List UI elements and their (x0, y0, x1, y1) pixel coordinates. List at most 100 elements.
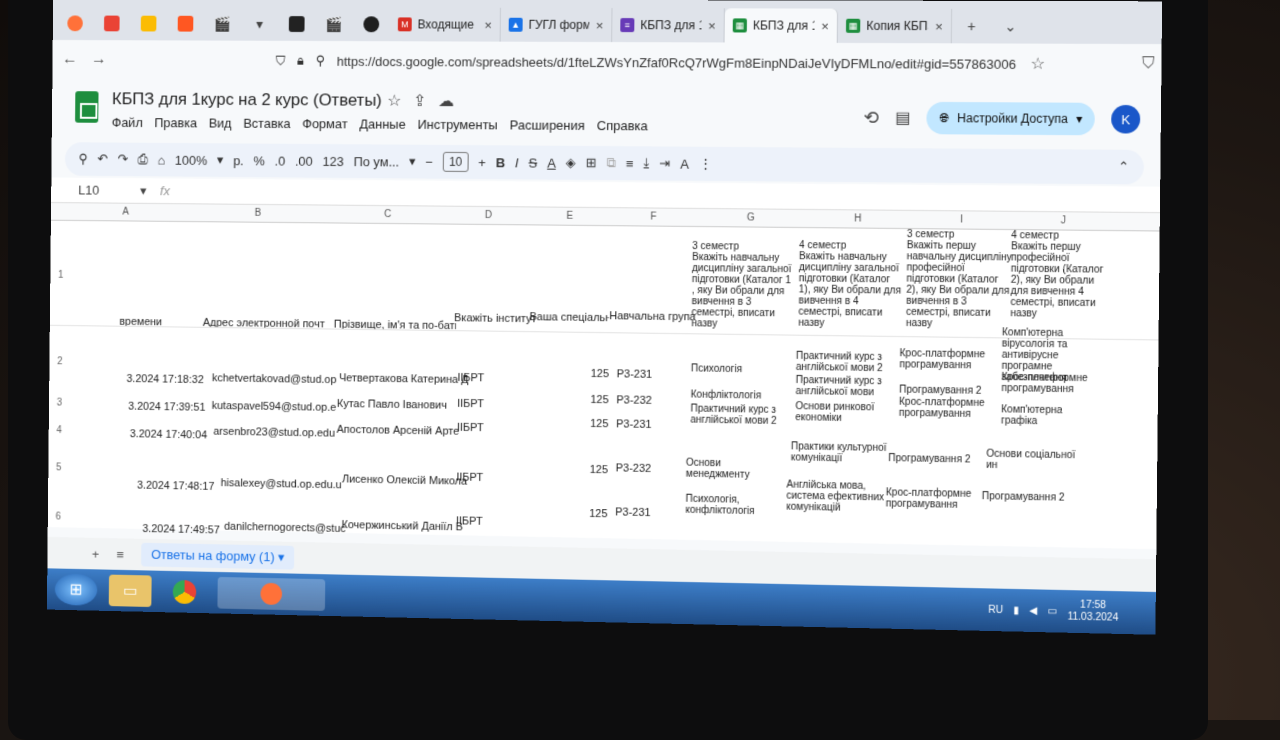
cell-h[interactable]: Практичний курс з англійської мови 2 (796, 351, 898, 375)
group-cell[interactable]: Р3-231 (617, 368, 653, 381)
cell-g[interactable]: Практичний курс з англійської мови 2 (690, 403, 787, 427)
decrease-decimal-button[interactable]: .0 (274, 153, 285, 168)
redo-icon[interactable]: ↷ (118, 151, 129, 167)
row-header[interactable]: 2 (57, 356, 71, 367)
column-header-j[interactable]: J (1061, 215, 1066, 226)
row-header[interactable]: 4 (56, 425, 70, 436)
row-header-1[interactable]: 1 (58, 270, 72, 281)
search-icon[interactable]: ⚲ (78, 151, 87, 167)
chevron-down-icon[interactable]: ▾ (140, 183, 146, 199)
volume-icon[interactable]: ◀ (1029, 605, 1037, 616)
pinned-tab-firefox[interactable] (57, 7, 94, 41)
header-cell-e[interactable]: Ваша спеціальніс (529, 311, 609, 324)
permissions-icon[interactable]: ⚲ (316, 53, 326, 69)
name-box[interactable]: L10 (51, 182, 140, 198)
font-size-decrease-icon[interactable]: − (425, 154, 433, 169)
column-header-e[interactable]: E (566, 211, 573, 222)
close-icon[interactable]: × (708, 18, 716, 33)
name-cell[interactable]: Апостолов Арсеній Арте (337, 424, 460, 438)
menu-format[interactable]: Формат (302, 116, 347, 131)
email-cell[interactable]: kchetvertakovad@stud.op (212, 372, 337, 386)
pinned-tab-arrow[interactable]: ▾ (241, 7, 278, 41)
merge-cells-icon[interactable]: ⧉ (607, 155, 616, 171)
timestamp-cell[interactable]: 3.2024 17:18:32 (126, 373, 203, 386)
vertical-align-icon[interactable]: ⤓ (643, 155, 649, 171)
cell-i[interactable]: Крос-платформне програмування (886, 487, 988, 511)
pinned-tab-app[interactable] (130, 7, 167, 41)
email-cell[interactable]: kutaspavel594@stud.op.e (212, 400, 337, 414)
cell-g[interactable]: Основи менеджменту (686, 458, 787, 482)
text-wrap-icon[interactable]: ⇥ (659, 155, 670, 171)
italic-icon[interactable]: I (515, 155, 519, 170)
pinned-tab-gmail[interactable] (93, 7, 130, 41)
chrome-icon[interactable] (163, 576, 206, 609)
clock[interactable]: 17:58 11.03.2024 (1067, 599, 1118, 625)
menu-help[interactable]: Справка (597, 118, 648, 133)
comments-icon[interactable]: ▤ (895, 108, 911, 128)
cell-g[interactable]: Психологія (691, 363, 792, 376)
close-icon[interactable]: × (484, 17, 492, 32)
pinned-tab-dark[interactable] (278, 7, 316, 41)
close-icon[interactable]: × (935, 18, 943, 33)
number-format-button[interactable]: 123 (322, 153, 343, 168)
back-icon[interactable]: ← (62, 51, 78, 69)
more-options-icon[interactable]: ⋮ (699, 156, 712, 172)
menu-extensions[interactable]: Расширения (510, 117, 585, 132)
all-sheets-icon[interactable]: ≡ (117, 547, 125, 562)
print-icon[interactable]: ⎙ (138, 152, 148, 168)
name-cell[interactable]: Кутас Павло Іванович (337, 398, 447, 412)
header-cell-h[interactable]: 4 семестр Вкажіть навчальну дисципліну з… (798, 240, 905, 330)
cell-h[interactable]: Основи ринкової економіки (795, 401, 897, 425)
browser-tab-sheets-active[interactable]: ▦ КБПЗ для 1курс × (725, 8, 839, 43)
specialty-cell[interactable]: 125 (590, 418, 608, 430)
chevron-down-icon[interactable]: ▾ (278, 550, 285, 565)
email-cell[interactable]: arsenbro23@stud.op.edu (213, 426, 335, 440)
institute-cell[interactable]: ІІБРТ (457, 398, 484, 410)
cell-j[interactable]: Комп'ютерна графіка (1001, 404, 1100, 428)
header-cell-j[interactable]: 4 семестр Вкажіть першу професійної підг… (1010, 230, 1106, 320)
column-header-i[interactable]: I (960, 214, 963, 225)
network-icon[interactable]: ▮ (1013, 605, 1019, 616)
currency-format-button[interactable]: р. (233, 153, 244, 168)
row-header[interactable]: 3 (57, 398, 71, 409)
bookmark-star-icon[interactable]: ☆ (1030, 54, 1045, 74)
group-cell[interactable]: Р3-232 (616, 394, 652, 407)
horizontal-align-icon[interactable]: ≡ (626, 156, 634, 171)
add-sheet-icon[interactable]: + (92, 546, 99, 561)
institute-cell[interactable]: ІІБРТ (457, 372, 484, 384)
cell-h[interactable]: Практичний курс з англійської мови (796, 375, 898, 399)
browser-tab-gmail[interactable]: M Входящие (84) - × (390, 7, 501, 41)
cell-i[interactable]: Програмування 2 (888, 453, 990, 466)
cell-g[interactable]: Психологія, конфліктологія (685, 494, 776, 518)
column-header-b[interactable]: B (255, 208, 262, 219)
history-icon[interactable]: ⟲ (863, 107, 879, 128)
borders-icon[interactable]: ⊞ (586, 155, 597, 171)
cell-g[interactable]: Конфліктологія (691, 389, 792, 402)
firefox-taskbar-icon[interactable] (217, 577, 325, 611)
menu-file[interactable]: Файл (112, 115, 143, 130)
name-cell[interactable]: Четвертакова Катерина Д (339, 372, 468, 386)
browser-tab-sheets-copy[interactable]: ▦ Копия КБПЗ дл × (838, 9, 952, 44)
row-header[interactable]: 5 (56, 462, 70, 473)
star-icon[interactable]: ☆ (387, 91, 401, 111)
timestamp-cell[interactable]: 3.2024 17:39:51 (128, 401, 205, 414)
cell-i[interactable]: Крос-платформне програмування (899, 397, 1001, 421)
specialty-cell[interactable]: 125 (591, 368, 609, 380)
cell-j[interactable]: Основи соціальної ин (986, 449, 1089, 473)
column-header-d[interactable]: D (485, 210, 492, 221)
close-icon[interactable]: × (596, 17, 604, 32)
file-explorer-icon[interactable]: ▭ (109, 575, 152, 607)
shield-icon[interactable]: ⛉ (276, 53, 286, 69)
address-bar[interactable]: ⛉ 🔒︎ ⚲ https://docs.google.com/spreadshe… (276, 53, 1016, 72)
percent-format-button[interactable]: % (253, 153, 264, 168)
institute-cell[interactable]: ІІБРТ (457, 422, 484, 434)
zoom-select[interactable]: 100% (175, 152, 207, 167)
font-size-increase-icon[interactable]: + (478, 155, 486, 170)
chevron-down-icon[interactable]: ▾ (1076, 112, 1082, 126)
strikethrough-icon[interactable]: S (529, 155, 538, 170)
cell-j[interactable]: Крос-платформне програмування (1001, 372, 1100, 396)
cell-h[interactable]: Практики культурної комунікації (791, 441, 893, 465)
font-select[interactable]: По ум... (354, 154, 400, 169)
row-header[interactable]: 6 (56, 512, 70, 523)
browser-tab-drive[interactable]: ▲ ГУГЛ форми на × (501, 8, 613, 42)
